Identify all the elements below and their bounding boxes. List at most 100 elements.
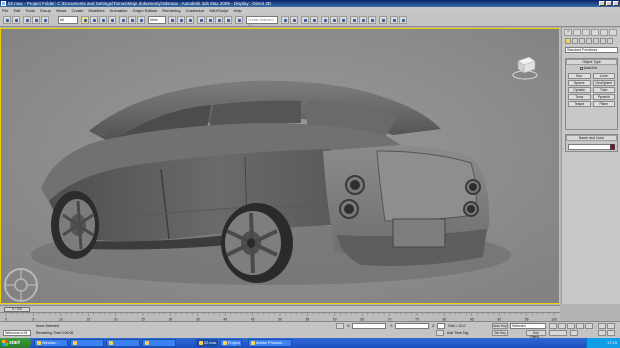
sphere-button[interactable]: Sphere [568, 80, 591, 86]
go-to-end-icon[interactable] [585, 323, 593, 329]
helpers-icon[interactable] [593, 38, 599, 44]
torus-button[interactable]: Torus [568, 94, 591, 100]
shapes-icon[interactable] [572, 38, 578, 44]
keyboard-shortcut-override-icon[interactable] [186, 16, 194, 24]
help-icon[interactable] [379, 16, 387, 24]
percent-snap-icon[interactable] [215, 16, 223, 24]
menu-views[interactable]: Views [56, 7, 67, 14]
taskbar-item-window[interactable]: Window... [34, 339, 68, 347]
add-time-tag[interactable]: Add Time Tag [447, 331, 468, 335]
undo-icon[interactable] [3, 16, 11, 24]
object-color-swatch[interactable] [610, 144, 615, 150]
link-icon[interactable] [23, 16, 31, 24]
cone-button[interactable]: Cone [592, 73, 615, 79]
menu-file[interactable]: File [2, 7, 8, 14]
menu-create[interactable]: Create [71, 7, 83, 14]
select-scale-icon[interactable] [137, 16, 145, 24]
mirror-icon[interactable] [281, 16, 289, 24]
taskbar-item-3[interactable] [106, 339, 140, 347]
next-frame-icon[interactable] [576, 323, 584, 329]
maxscript-listener[interactable]: Welcome to M [3, 330, 31, 336]
select-manipulate-icon[interactable] [177, 16, 185, 24]
close-button[interactable] [613, 1, 619, 6]
geometry-icon[interactable] [565, 38, 571, 44]
previous-frame-icon[interactable] [558, 323, 566, 329]
systems-icon[interactable] [607, 38, 613, 44]
zoom-icon[interactable] [598, 323, 606, 329]
hierarchy-tab[interactable] [582, 29, 590, 36]
perspective-viewport[interactable]: Perspective [0, 28, 560, 304]
play-icon[interactable] [567, 323, 575, 329]
clock[interactable]: 17:23 [607, 340, 617, 345]
key-mode-dropdown[interactable]: Selected [510, 323, 546, 329]
layer-manager-icon[interactable] [301, 16, 309, 24]
selection-filter-dropdown[interactable]: All [58, 16, 78, 24]
menu-tools[interactable]: Tools [25, 7, 34, 14]
menu-help[interactable]: Help [233, 7, 241, 14]
pan-view-icon[interactable] [598, 330, 606, 336]
primitive-category-dropdown[interactable]: Standard Primitives [565, 47, 618, 53]
lights-icon[interactable] [579, 38, 585, 44]
redo-icon[interactable] [12, 16, 20, 24]
trackbar[interactable]: 0 5 10 15 20 25 30 35 40 45 50 55 60 65 70 75 80 85 90 95 10… [0, 312, 560, 322]
menu-group[interactable]: Group [40, 7, 51, 14]
modify-tab[interactable] [573, 29, 581, 36]
named-selection-sets-dropdown[interactable]: Create Selection Se [246, 16, 278, 28]
current-frame-field[interactable] [549, 330, 567, 336]
spinner-snap-icon[interactable] [224, 16, 232, 24]
time-slider[interactable]: 0 / 100 [0, 305, 560, 312]
time-configuration-icon[interactable] [570, 330, 578, 336]
key-filters-button[interactable]: Key Filters... [526, 330, 546, 339]
create-tab[interactable]: + [564, 29, 572, 36]
rectangular-selection-icon[interactable] [99, 16, 107, 24]
tube-button[interactable]: Tube [592, 87, 615, 93]
maximize-button[interactable] [606, 1, 612, 6]
set-key-button[interactable]: Set Key [492, 330, 508, 336]
cylinder-button[interactable]: Cylinder [568, 87, 591, 93]
utilities-tab[interactable] [609, 29, 617, 36]
community-icon[interactable] [399, 16, 407, 24]
select-rotate-icon[interactable] [128, 16, 136, 24]
auto-key-button[interactable]: Auto Key [492, 323, 508, 329]
autogrid-checkbox[interactable] [580, 66, 583, 70]
name-color-header[interactable]: Name and Color [566, 135, 617, 141]
select-move-icon[interactable] [119, 16, 127, 24]
render-teapot-icon[interactable] [368, 16, 376, 24]
menu-edit[interactable]: Edit [13, 7, 20, 14]
time-tag-icon[interactable] [436, 330, 444, 336]
menu-modifiers[interactable]: Modifiers [88, 7, 104, 14]
taskbar-item-project-folder[interactable]: Project F... [220, 339, 242, 347]
y-coordinate-field[interactable] [395, 323, 429, 329]
menu-animation[interactable]: Animation [110, 7, 128, 14]
teapot-button[interactable]: Teapot [568, 101, 591, 107]
snaps-toggle-icon[interactable] [197, 16, 205, 24]
selection-lock-icon[interactable] [336, 323, 344, 329]
angle-snap-icon[interactable] [206, 16, 214, 24]
pyramid-button[interactable]: Pyramid [592, 94, 615, 100]
curve-editor-icon[interactable] [321, 16, 329, 24]
z-coordinate-field[interactable] [437, 323, 445, 329]
plane-button[interactable]: Plane [592, 101, 615, 107]
window-crossing-icon[interactable] [108, 16, 116, 24]
object-name-field[interactable] [568, 144, 612, 150]
cameras-icon[interactable] [586, 38, 592, 44]
space-warps-icon[interactable] [600, 38, 606, 44]
taskbar-item-4[interactable] [142, 339, 176, 347]
motion-tab[interactable] [591, 29, 599, 36]
3dsmax-app-icon[interactable] [1, 1, 6, 6]
box-button[interactable]: Box [568, 73, 591, 79]
render-setup-icon[interactable] [350, 16, 358, 24]
taskbar-item-photoshop[interactable]: Adobe Photosh... [248, 339, 292, 347]
rendered-frame-window-icon[interactable] [359, 16, 367, 24]
menu-maxscript[interactable]: MAXScript [210, 7, 229, 14]
select-by-name-icon[interactable] [90, 16, 98, 24]
menu-graph-editors[interactable]: Graph Editors [132, 7, 157, 14]
schematic-view-icon[interactable] [330, 16, 338, 24]
x-coordinate-field[interactable] [352, 323, 386, 329]
menu-customize[interactable]: Customize [186, 7, 205, 14]
pivot-center-icon[interactable] [168, 16, 176, 24]
ribbon-toggle-icon[interactable] [390, 16, 398, 24]
orbit-icon[interactable] [607, 330, 615, 336]
align-icon[interactable] [290, 16, 298, 24]
bind-space-warp-icon[interactable] [41, 16, 49, 24]
